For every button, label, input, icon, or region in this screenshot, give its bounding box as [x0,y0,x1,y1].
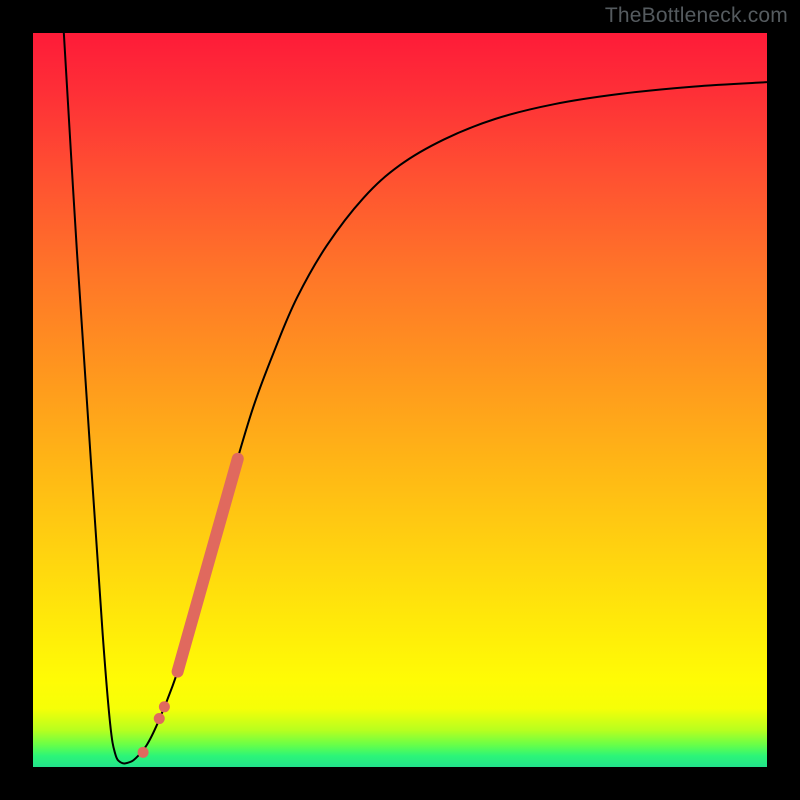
highlight-dot [159,701,170,712]
chart-svg [33,33,767,767]
plot-area [33,33,767,767]
highlight-dot [154,713,165,724]
main-curve [64,33,767,764]
chart-frame: TheBottleneck.com [0,0,800,800]
highlight-dot [138,747,149,758]
watermark-text: TheBottleneck.com [605,4,788,28]
highlight-segment [178,459,238,672]
